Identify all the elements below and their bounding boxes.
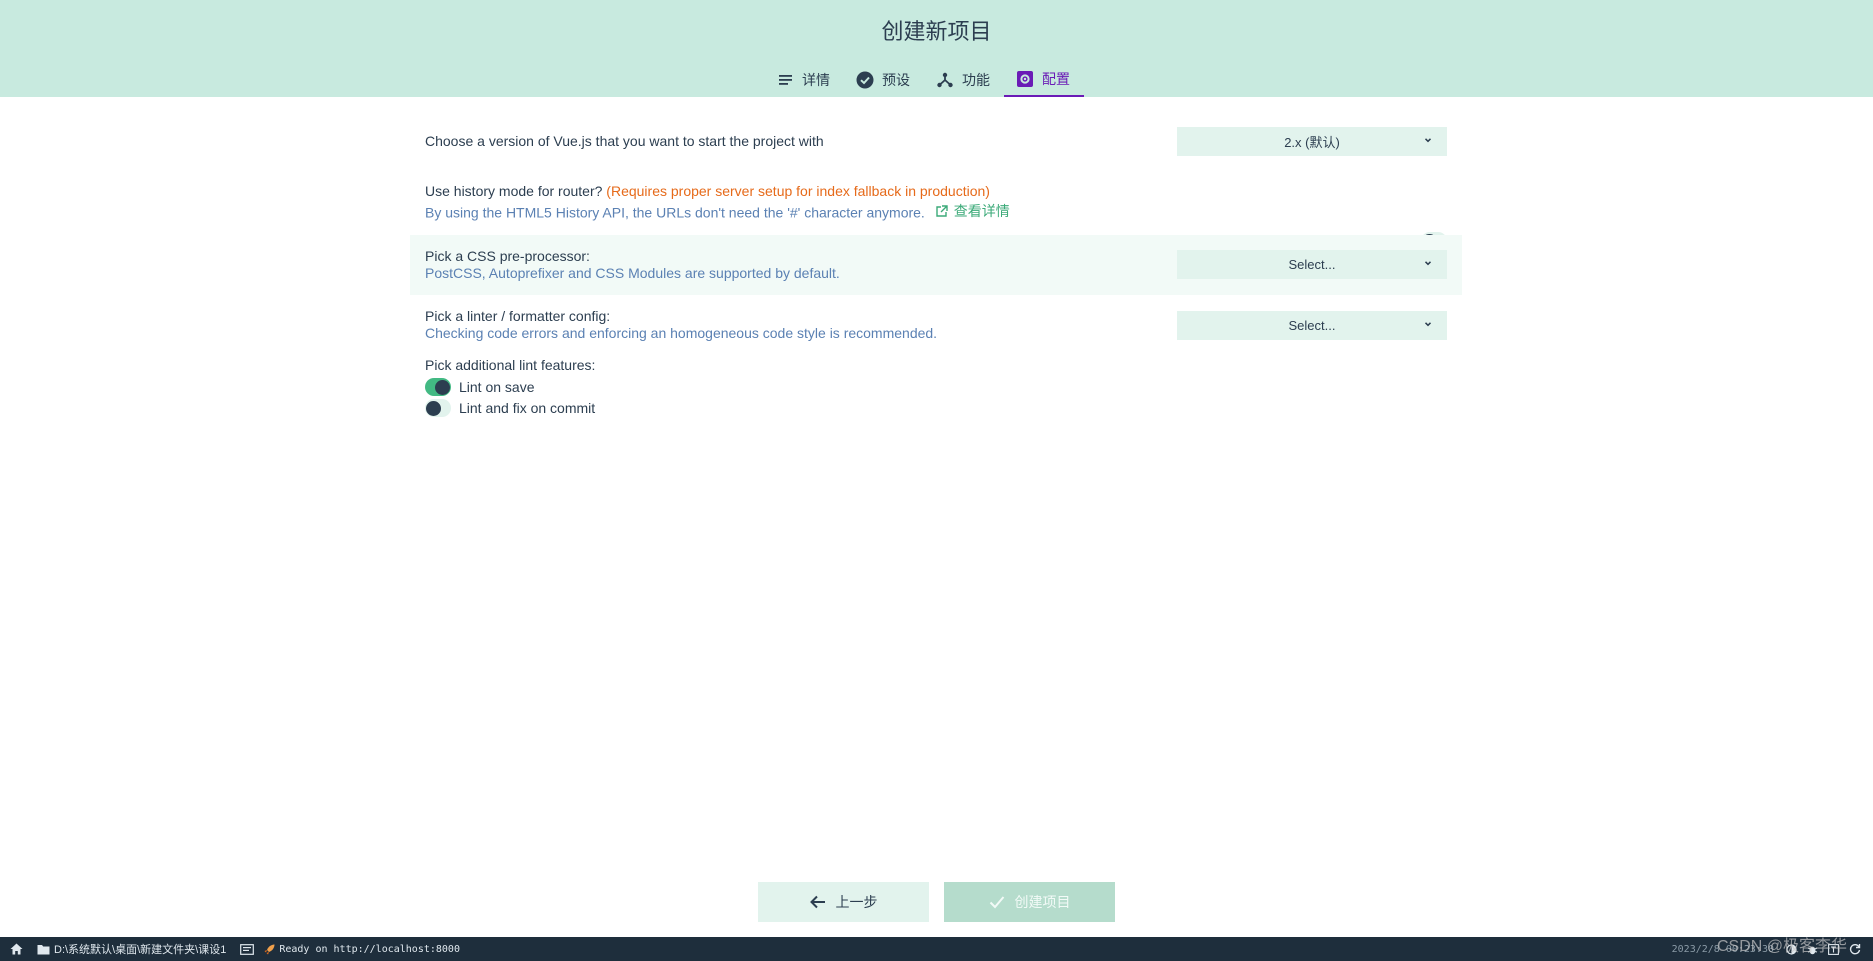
history-mode-desc-text: By using the HTML5 History API, the URLs…	[425, 204, 925, 221]
toggle-knob	[435, 379, 450, 395]
create-project-label: 创建项目	[1014, 895, 1071, 911]
history-mode-title: Use history mode for router?	[425, 183, 603, 199]
check-circle-icon	[856, 71, 874, 88]
previous-button-label: 上一步	[835, 895, 878, 911]
external-link-icon	[936, 204, 948, 217]
lint-on-save-toggle[interactable]	[425, 377, 451, 396]
home-icon	[10, 943, 23, 955]
terminal-icon	[240, 943, 255, 955]
lint-features-label: Pick additional lint features:	[425, 357, 596, 373]
chevron-down-icon	[1424, 138, 1432, 143]
tab-config-label: 配置	[1042, 71, 1070, 88]
history-mode-row: Use history mode for router? (Requires p…	[410, 160, 1462, 250]
lint-fix-commit-label: Lint and fix on commit	[459, 399, 596, 416]
rocket-icon	[264, 944, 275, 954]
refresh-icon[interactable]	[1849, 943, 1861, 955]
arrow-left-icon	[809, 895, 825, 909]
css-preprocessor-value: Select...	[1288, 257, 1336, 272]
page-title: 创建新项目	[881, 20, 992, 45]
history-mode-label: Use history mode for router? (Requires p…	[425, 183, 1447, 199]
previous-button[interactable]: 上一步	[758, 882, 929, 922]
console-log-text: Ready on http://localhost:8000	[279, 943, 460, 955]
more-info-link[interactable]: 查看详情	[935, 201, 1010, 221]
check-icon	[989, 896, 1004, 909]
lint-on-save-label: Lint on save	[459, 378, 535, 395]
vue-version-row: Choose a version of Vue.js that you want…	[410, 120, 1462, 160]
lint-option[interactable]: Lint and fix on commit	[425, 397, 1447, 418]
watermark: CSDN @极客李华	[1716, 938, 1847, 955]
more-info-label: 查看详情	[953, 203, 1010, 219]
css-preprocessor-select[interactable]: Select...	[1177, 250, 1447, 279]
history-mode-warning: (Requires proper server setup for index …	[606, 183, 990, 199]
css-preprocessor-row: Pick a CSS pre-processor: PostCSS, Autop…	[410, 235, 1462, 295]
vue-version-select[interactable]: 2.x (默认)	[1177, 127, 1447, 156]
step-tabs: 详情 预设 功能 配置	[766, 62, 1084, 97]
tab-features[interactable]: 功能	[924, 62, 1004, 97]
folder-icon	[37, 944, 50, 954]
console-log[interactable]: Ready on http://localhost:8000	[240, 944, 460, 955]
create-project-button[interactable]: 创建项目	[944, 882, 1115, 922]
settings-icon	[1017, 70, 1033, 87]
chevron-down-icon	[1424, 261, 1432, 266]
tab-presets[interactable]: 预设	[844, 62, 924, 97]
tab-presets-label: 预设	[882, 72, 910, 89]
linter-value: Select...	[1288, 318, 1336, 333]
list-icon	[779, 74, 792, 85]
tab-details-label: 详情	[802, 72, 830, 89]
fork-icon	[937, 72, 953, 87]
vue-version-label: Choose a version of Vue.js that you want…	[425, 133, 824, 149]
home-button[interactable]	[10, 943, 23, 955]
tab-config[interactable]: 配置	[1004, 62, 1084, 97]
history-mode-description: By using the HTML5 History API, the URLs…	[425, 201, 1447, 221]
tab-features-label: 功能	[962, 72, 990, 89]
lint-features-row: Pick additional lint features: Lint on s…	[410, 357, 1462, 418]
linter-row: Pick a linter / formatter config: Checki…	[410, 295, 1462, 357]
status-bar: D:\系统默认\桌面\新建文件夹\课设1 Ready on http://loc…	[0, 937, 1873, 961]
vue-version-value: 2.x (默认)	[1284, 135, 1340, 150]
config-form: Choose a version of Vue.js that you want…	[410, 120, 1462, 418]
header: 创建新项目 详情 预设 功能 配置	[0, 0, 1873, 97]
project-path[interactable]: D:\系统默认\桌面\新建文件夹\课设1	[37, 941, 226, 957]
lint-option[interactable]: Lint on save	[425, 376, 1447, 397]
project-path-text: D:\系统默认\桌面\新建文件夹\课设1	[54, 944, 227, 956]
tab-details[interactable]: 详情	[766, 62, 844, 97]
chevron-down-icon	[1424, 322, 1432, 327]
linter-select[interactable]: Select...	[1177, 311, 1447, 340]
lint-fix-commit-toggle[interactable]	[425, 398, 451, 417]
toggle-knob	[426, 400, 441, 416]
